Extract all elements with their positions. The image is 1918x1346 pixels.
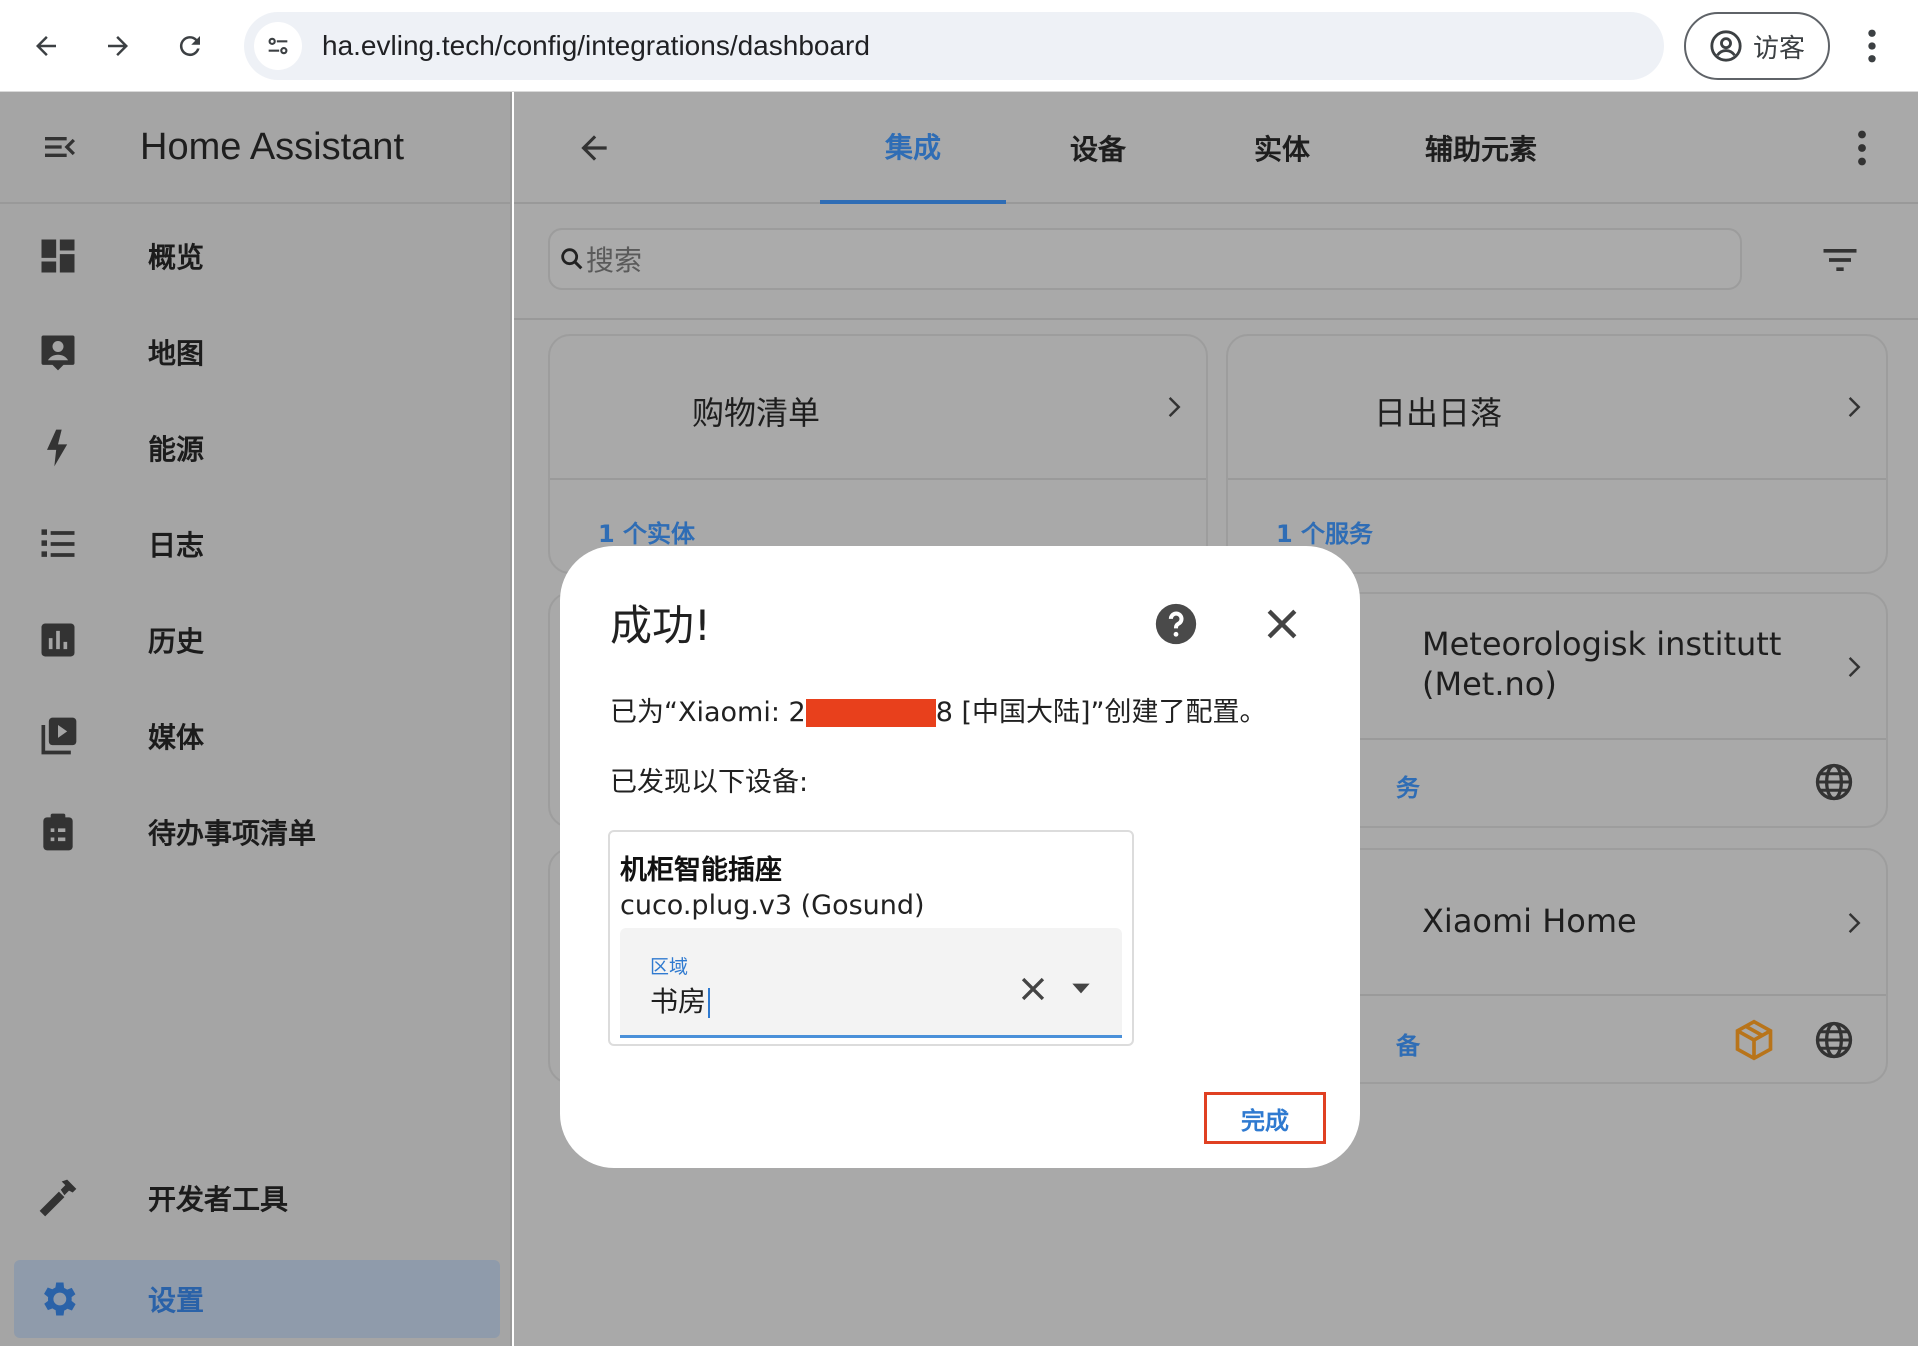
media-icon [30,708,86,764]
url-text[interactable]: ha.evling.tech/config/integrations/dashb… [322,30,870,62]
back-arrow-icon[interactable] [566,120,622,176]
forward-arrow-icon[interactable] [92,20,144,72]
sidebar-item-logbook[interactable]: 日志 [0,496,512,592]
todo-clipboard-icon [30,804,86,860]
site-settings-icon[interactable] [254,22,302,70]
address-bar[interactable]: ha.evling.tech/config/integrations/dashb… [244,12,1664,80]
back-arrow-icon[interactable] [20,20,72,72]
tab-entities[interactable]: 实体 [1190,92,1374,204]
sidebar-item-label: 媒体 [148,721,205,754]
sidebar-item-todo[interactable]: 待办事项清单 [0,784,512,880]
entity-count-link[interactable]: 1 个实体 [598,514,695,549]
logbook-icon [30,516,86,572]
area-input[interactable]: 书房 [650,980,711,1020]
sidebar-item-label: 日志 [148,529,205,562]
message-suffix: 8 [中国大陆]”创建了配置。 [935,697,1267,728]
redaction-block [805,698,936,727]
map-icon [30,324,86,380]
card-divider [550,478,1206,480]
browser-toolbar: ha.evling.tech/config/integrations/dashb… [0,0,1918,92]
area-picker[interactable]: 区域 书房 [620,928,1122,1038]
sidebar-item-overview[interactable]: 概览 [0,208,512,304]
chevron-right-icon [1848,657,1861,677]
chevron-right-icon [1168,397,1181,417]
sidebar-item-map[interactable]: 地图 [0,304,512,400]
discovered-device-card: 机柜智能插座 cuco.plug.v3 (Gosund) 区域 书房 [608,830,1134,1046]
message-prefix: 已为“Xiaomi: 2 [610,697,806,728]
sidebar-item-label: 地图 [148,337,205,370]
device-count-link[interactable]: 备 [1396,1026,1420,1061]
done-button[interactable]: 完成 [1204,1092,1326,1144]
integration-name: Xiaomi Home [1422,902,1637,940]
integration-name: Meteorologisk institutt (Met.no) [1422,625,1782,703]
integration-card-shopping-list[interactable]: 购物清单 1 个实体 [548,334,1208,574]
service-count-link[interactable]: 务 [1396,768,1420,803]
sidebar-item-label: 能源 [148,433,205,466]
dashboard-icon [30,228,86,284]
profile-button[interactable]: 访客 [1684,12,1830,80]
menu-collapse-icon[interactable] [32,119,88,175]
service-count-link[interactable]: 1 个服务 [1276,514,1373,549]
sidebar: Home Assistant 概览 地图 能源 日志 历史 媒体 待办事项清单 … [0,92,512,1346]
device-name: 机柜智能插座 [620,855,782,886]
sidebar-item-label: 开发者工具 [148,1183,289,1216]
custom-integration-package-icon [1735,1019,1773,1061]
sidebar-item-developer-tools[interactable]: 开发者工具 [0,1150,512,1246]
sidebar-item-label: 待办事项清单 [148,817,317,850]
dialog-title: 成功! [610,601,711,650]
sidebar-item-energy[interactable]: 能源 [0,400,512,496]
hammer-icon [30,1170,86,1226]
text-cursor [708,988,711,1018]
integration-name: 日出日落 [1374,394,1503,432]
search-input[interactable]: 搜索 [548,228,1742,290]
tab-devices[interactable]: 设备 [1006,92,1190,204]
close-icon[interactable] [1260,602,1304,646]
clear-icon[interactable] [1016,972,1050,1006]
success-dialog: 成功! 已为“Xiaomi: 2 8 [中国大陆]”创建了配置。 已发现以下设备:… [560,546,1360,1168]
dialog-message: 已为“Xiaomi: 2 8 [中国大陆]”创建了配置。 [610,690,1267,729]
tab-helpers[interactable]: 辅助元素 [1374,92,1588,204]
card-divider [1228,478,1886,480]
sidebar-item-history[interactable]: 历史 [0,592,512,688]
sidebar-item-settings[interactable]: 设置 [14,1260,500,1338]
browser-menu-icon[interactable] [1852,20,1892,72]
integration-name: 购物清单 [692,394,821,432]
globe-icon [1815,1021,1853,1059]
chevron-right-icon [1848,913,1861,933]
device-model: cuco.plug.v3 (Gosund) [620,890,925,921]
profile-label: 访客 [1752,33,1805,64]
sidebar-title: Home Assistant [140,125,404,168]
search-placeholder: 搜索 [586,244,643,277]
dropdown-arrow-icon[interactable] [1068,978,1094,998]
top-app-bar: 集成 设备 实体 辅助元素 [514,92,1918,204]
chevron-right-icon [1848,397,1861,417]
sidebar-item-label: 设置 [148,1284,205,1317]
globe-icon [1815,763,1853,801]
area-field-label: 区域 [650,956,689,978]
tab-integrations[interactable]: 集成 [820,92,1006,204]
lightning-icon [30,420,86,476]
sidebar-item-label: 概览 [148,241,205,274]
filter-icon[interactable] [1816,238,1864,282]
sidebar-item-label: 历史 [148,625,205,658]
reload-icon[interactable] [164,20,216,72]
area-input-value: 书房 [650,985,707,1018]
search-icon [561,248,583,270]
overflow-menu-icon[interactable] [1834,120,1890,176]
account-circle-icon [1710,30,1742,62]
discovered-devices-label: 已发现以下设备: [610,767,809,798]
integration-card-sun[interactable]: 日出日落 1 个服务 [1226,334,1888,574]
search-row: 搜索 [514,204,1918,320]
sidebar-header: Home Assistant [0,92,510,204]
sidebar-item-media[interactable]: 媒体 [0,688,512,784]
help-icon[interactable] [1154,602,1198,646]
history-chart-icon [30,612,86,668]
gear-icon [30,1271,86,1327]
